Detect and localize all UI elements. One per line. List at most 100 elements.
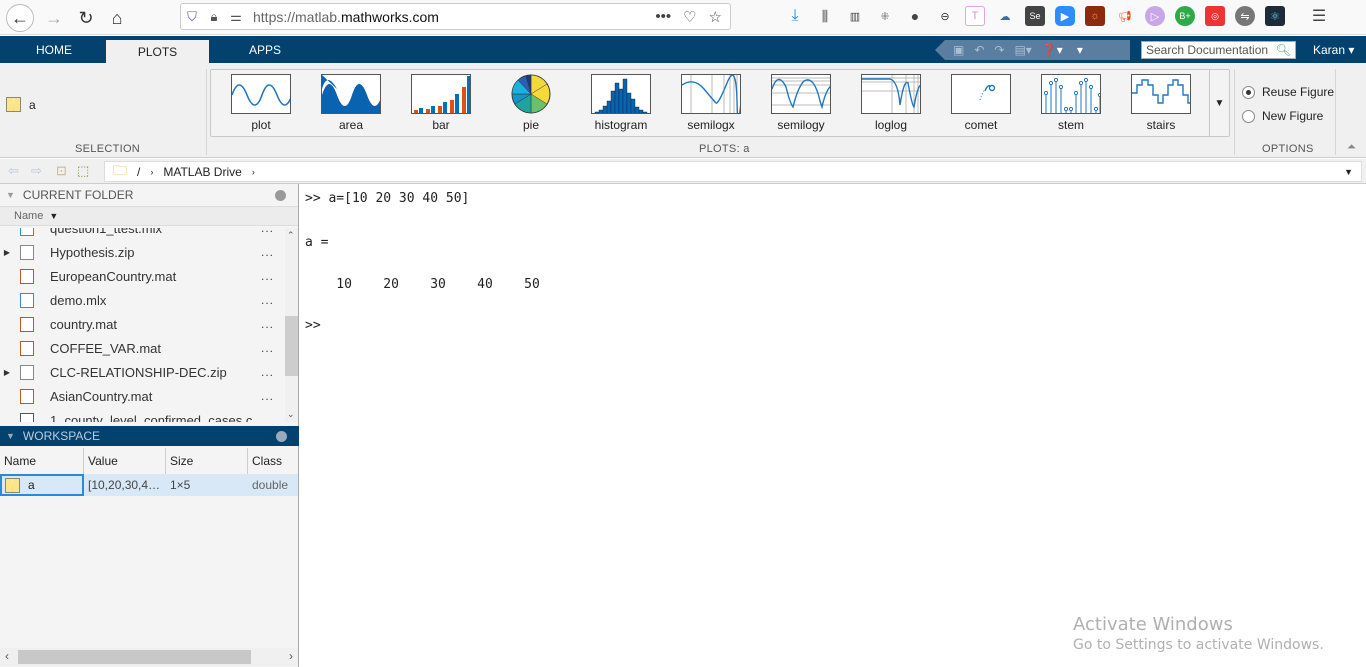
gallery-item-bar[interactable]: bar <box>410 74 472 132</box>
workspace-row[interactable]: a [10,20,30,4… 1×5 double <box>0 474 298 496</box>
file-actions-button[interactable]: ... <box>261 413 274 422</box>
path-forward-icon[interactable]: ⇨ <box>31 163 42 179</box>
gallery-item-pie[interactable]: pie <box>500 74 562 132</box>
react-icon[interactable]: ⚛ <box>1265 6 1285 26</box>
zoom-icon[interactable]: ▶ <box>1055 6 1075 26</box>
file-actions-button[interactable]: ... <box>261 269 274 283</box>
tracking-shield-icon[interactable]: ⛉ <box>181 9 203 25</box>
help-icon[interactable]: ❓▾ <box>1042 43 1063 57</box>
file-item[interactable]: EuropeanCountry.mat... <box>0 264 284 288</box>
file-list-scrollbar[interactable]: ⌃ ⌄ <box>285 228 298 422</box>
tab-apps[interactable]: APPS <box>230 36 300 63</box>
workspace-horizontal-scrollbar[interactable]: ‹ › <box>0 648 298 666</box>
expand-arrow-icon[interactable]: ▶ <box>0 368 14 377</box>
save-icon[interactable]: ▣ <box>953 43 964 57</box>
file-item[interactable]: question1_ttest.mlx... <box>0 228 284 240</box>
camera-icon[interactable]: ◎ <box>1205 6 1225 26</box>
up-folder-icon[interactable]: ⊡ <box>56 163 67 179</box>
column-header-name[interactable]: Name <box>0 448 84 474</box>
file-actions-button[interactable]: ... <box>261 293 274 307</box>
scrollbar-thumb[interactable] <box>285 316 298 376</box>
file-item[interactable]: COFFEE_VAR.mat... <box>0 336 284 360</box>
variable-name-cell[interactable]: a <box>0 474 84 496</box>
megaphone-icon[interactable]: 📢︎ <box>1115 6 1135 26</box>
account-icon[interactable]: ● <box>905 6 925 26</box>
gallery-item-semilogx[interactable]: semilogx <box>680 74 742 132</box>
gallery-item-comet[interactable]: comet <box>950 74 1012 132</box>
gallery-item-semilogy[interactable]: semilogy <box>770 74 832 132</box>
file-item[interactable]: ▶ CLC-RELATIONSHIP-DEC.zip... <box>0 360 284 384</box>
grid-dots-icon[interactable]: ⁜ <box>875 6 895 26</box>
path-dropdown-icon[interactable]: ▼ <box>1344 167 1353 177</box>
selected-variable[interactable]: a <box>6 97 36 112</box>
column-header-class[interactable]: Class <box>248 448 298 474</box>
file-item[interactable]: 1_county_level_confirmed_cases.c... <box>0 408 284 422</box>
command-prompt[interactable]: >> <box>305 318 321 333</box>
file-item[interactable]: country.mat... <box>0 312 284 336</box>
file-actions-button[interactable]: ... <box>261 228 274 235</box>
file-actions-button[interactable]: ... <box>261 317 274 331</box>
user-menu[interactable]: Karan ▾ <box>1313 43 1354 57</box>
selenium-icon[interactable]: Se <box>1025 6 1045 26</box>
page-actions-icon[interactable]: ••• <box>655 8 671 26</box>
library-icon[interactable]: ⫼ <box>815 6 835 26</box>
gallery-item-area[interactable]: area <box>320 74 382 132</box>
cloud-download-icon[interactable]: ☁ <box>995 6 1015 26</box>
vpn-icon[interactable]: ⇋ <box>1235 6 1255 26</box>
gallery-item-stem[interactable]: stem <box>1040 74 1102 132</box>
b-plus-icon[interactable]: B+ <box>1175 6 1195 26</box>
reuse-figure-radio[interactable]: Reuse Figure <box>1242 85 1334 99</box>
browse-folder-icon[interactable]: ⬚ <box>77 163 89 179</box>
column-header-value[interactable]: Value <box>84 448 166 474</box>
file-actions-button[interactable]: ... <box>261 389 274 403</box>
workspace-header[interactable]: ▼ WORKSPACE <box>0 426 299 446</box>
lock-icon[interactable]: 🔒︎ <box>203 9 225 25</box>
file-item[interactable]: demo.mlx... <box>0 288 284 312</box>
file-actions-button[interactable]: ... <box>261 341 274 355</box>
window-layout-icon[interactable]: ▤▾ <box>1014 43 1031 57</box>
scroll-up-icon[interactable]: ⌃ <box>287 230 295 241</box>
command-window[interactable]: >> a=[10 20 30 40 50] a = 10 20 30 40 50… <box>300 184 1366 667</box>
panel-options-icon[interactable] <box>276 430 287 442</box>
menu-icon[interactable]: ☰ <box>1309 6 1329 26</box>
path-segment[interactable]: MATLAB Drive <box>163 165 241 179</box>
path-field[interactable]: 🗀 / › MATLAB Drive › ▼ <box>104 161 1362 182</box>
search-documentation-input[interactable]: Search Documentation 🔍︎ <box>1141 41 1296 59</box>
scroll-left-icon[interactable]: ‹ <box>5 649 9 663</box>
path-root[interactable]: / <box>137 165 140 179</box>
page-permissions-icon[interactable]: ⚌ <box>225 9 247 25</box>
redo-icon[interactable]: ↷ <box>994 43 1004 57</box>
tab-home[interactable]: HOME <box>18 36 90 63</box>
text-ext-icon[interactable]: T <box>965 6 985 26</box>
gallery-item-loglog[interactable]: loglog <box>860 74 922 132</box>
gallery-item-stairs[interactable]: stairs <box>1130 74 1192 132</box>
home-button[interactable]: ⌂ <box>103 4 131 32</box>
gallery-item-plot[interactable]: plot <box>230 74 292 132</box>
download-icon[interactable]: ⤓ <box>785 6 805 26</box>
url-text[interactable]: https://matlab.mathworks.com <box>253 9 439 25</box>
new-figure-radio[interactable]: New Figure <box>1242 109 1323 123</box>
file-actions-button[interactable]: ... <box>261 365 274 379</box>
sun-ext-icon[interactable]: ☼ <box>1085 6 1105 26</box>
file-item[interactable]: AsianCountry.mat... <box>0 384 284 408</box>
tab-plots[interactable]: PLOTS <box>106 40 209 63</box>
current-folder-header[interactable]: ▼ CURRENT FOLDER <box>0 184 298 206</box>
column-header-name[interactable]: Name ▼ <box>0 206 298 226</box>
file-item[interactable]: ▶ Hypothesis.zip... <box>0 240 284 264</box>
bookmark-star-icon[interactable]: ☆ <box>709 8 722 26</box>
gallery-item-histogram[interactable]: histogram <box>590 74 652 132</box>
file-actions-button[interactable]: ... <box>261 245 274 259</box>
undo-icon[interactable]: ↶ <box>974 43 984 57</box>
sidebar-icon[interactable]: ▥ <box>845 6 865 26</box>
expand-arrow-icon[interactable]: ▶ <box>0 248 14 257</box>
forward-button[interactable]: → <box>40 4 68 32</box>
path-back-icon[interactable]: ⇦ <box>8 163 19 179</box>
reload-button[interactable]: ↻ <box>72 4 100 32</box>
url-bar[interactable]: ⛉ 🔒︎ ⚌ https://matlab.mathworks.com ••• … <box>180 3 731 30</box>
link-icon[interactable]: ⊖ <box>935 6 955 26</box>
scroll-down-icon[interactable]: ⌄ <box>287 409 295 420</box>
panel-options-icon[interactable] <box>275 189 286 201</box>
scrollbar-thumb[interactable] <box>18 650 251 664</box>
search-icon[interactable]: 🔍︎ <box>1276 43 1291 57</box>
scroll-right-icon[interactable]: › <box>289 649 293 663</box>
